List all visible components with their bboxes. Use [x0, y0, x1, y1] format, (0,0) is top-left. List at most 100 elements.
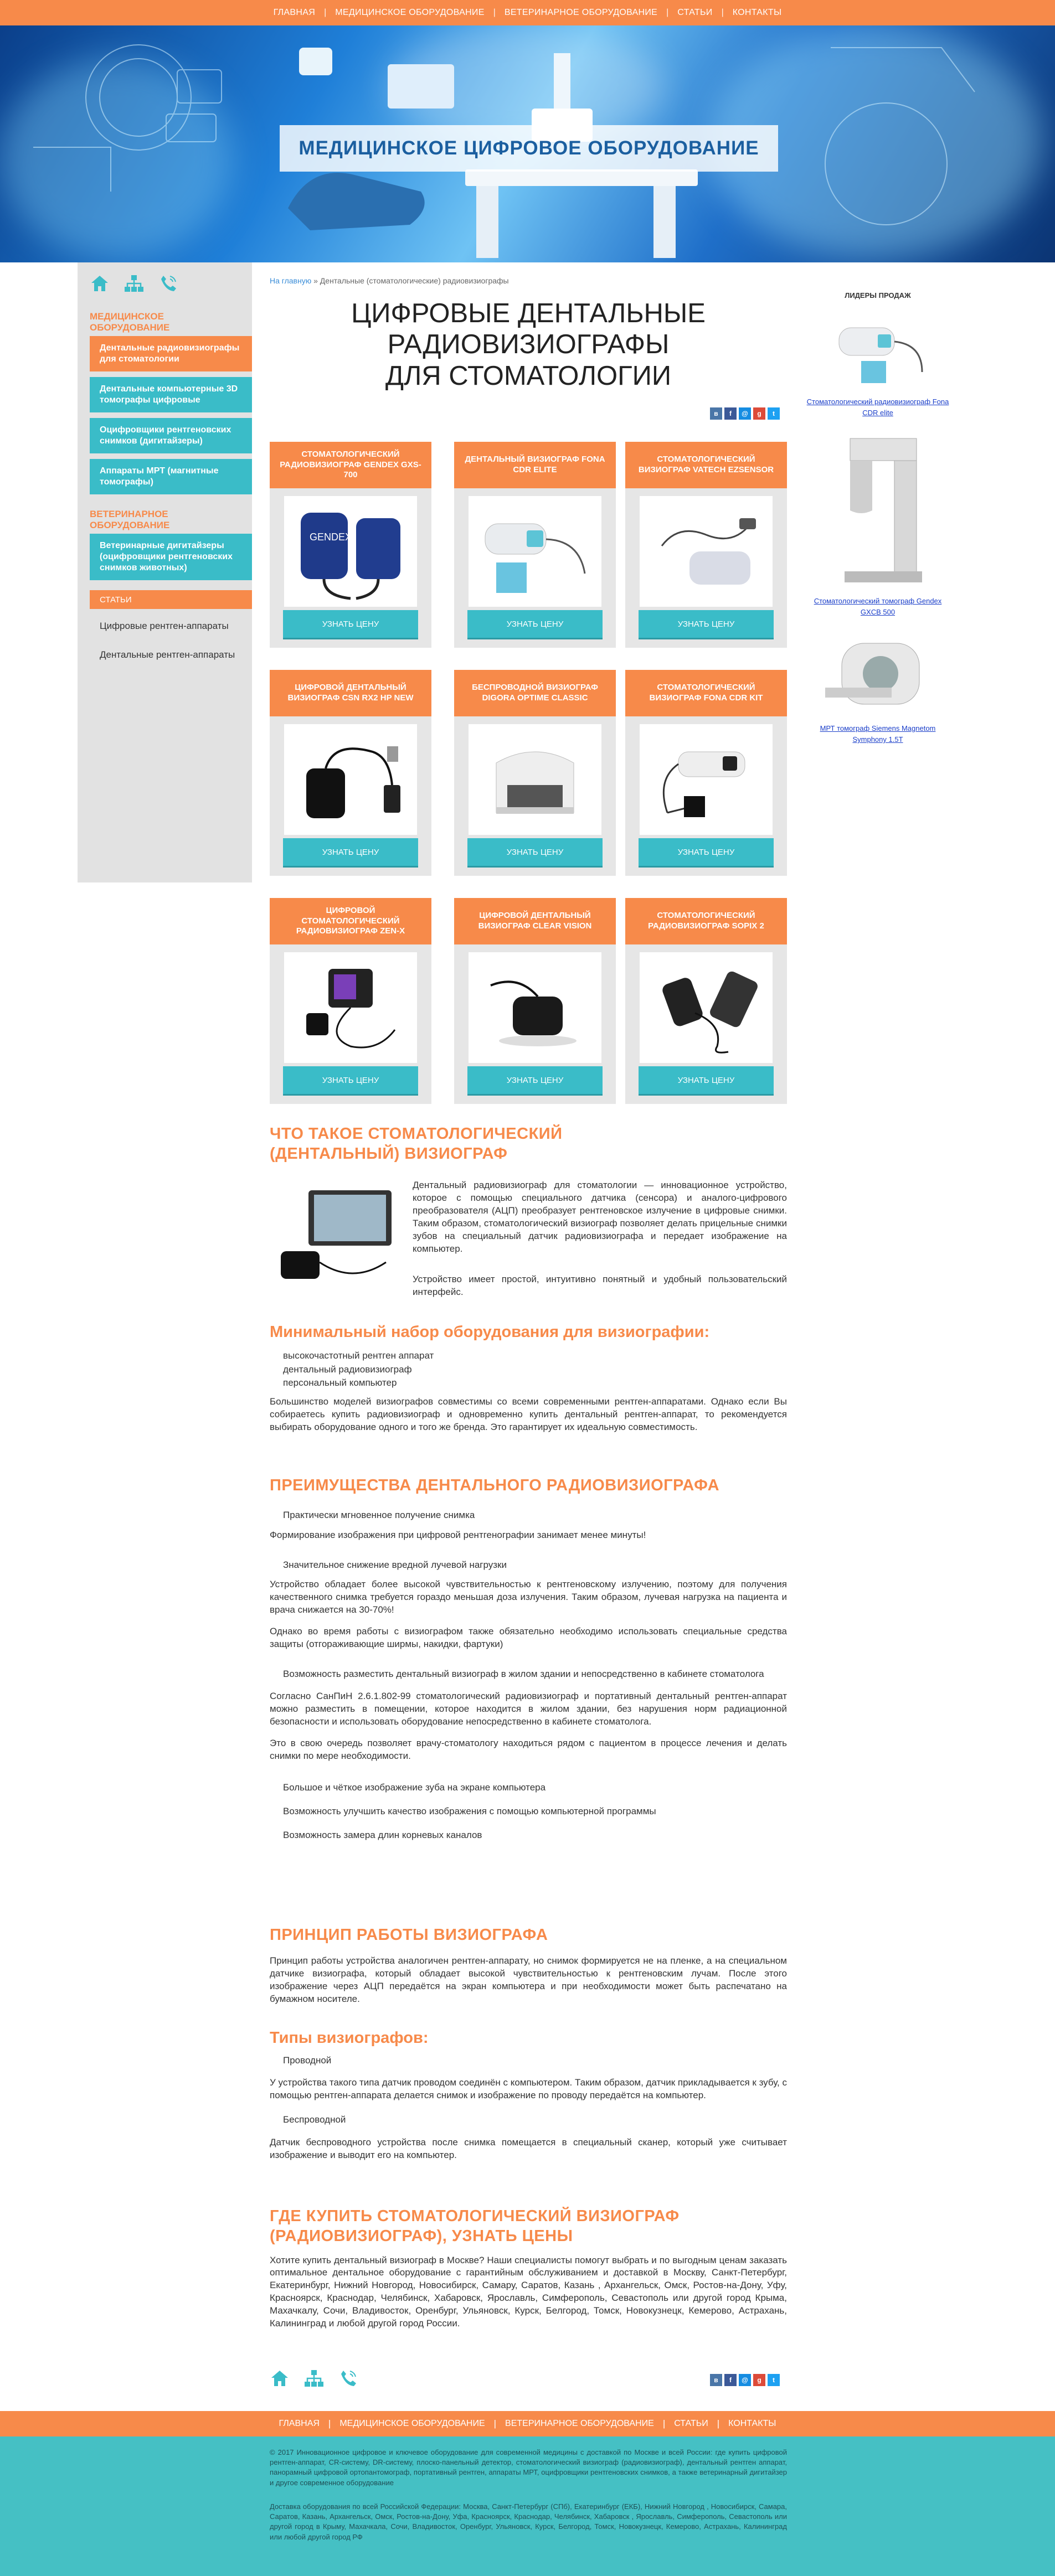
about-paragraph: Дентальный радиовизиограф для стоматолог… [413, 1180, 787, 1254]
home-icon[interactable] [90, 273, 110, 293]
nav-vet[interactable]: ВЕТЕРИНАРНОЕ ОБОРУДОВАНИЕ [496, 8, 666, 18]
buy-paragraph: Хотите купить дентальный визиограф в Мос… [270, 2254, 787, 2329]
footer-nav-home[interactable]: ГЛАВНАЯ [270, 2419, 328, 2429]
footer-nav-contacts[interactable]: КОНТАКТЫ [719, 2419, 785, 2429]
footer-nav-articles[interactable]: СТАТЬИ [665, 2419, 717, 2429]
type-heading: Беспроводной [283, 2114, 346, 2125]
nav-medical[interactable]: МЕДИЦИНСКОЕ ОБОРУДОВАНИЕ [326, 8, 493, 18]
about-section: ЧТО ТАКОЕ СТОМАТОЛОГИЧЕСКИЙ (ДЕНТАЛЬНЫЙ)… [270, 1124, 787, 1297]
product-name: СТОМАТОЛОГИЧЕСКИЙ РАДИОВИЗИОГРАФ SOPIX 2 [625, 898, 787, 944]
sidebar-item-3d-tomographs[interactable]: Дентальные компьютерные 3D томографы циф… [90, 377, 252, 413]
product-name: ЦИФРОВОЙ СТОМАТОЛОГИЧЕСКИЙ РАДИОВИЗИОГРА… [270, 898, 431, 944]
googleplus-icon[interactable]: g [753, 2374, 765, 2386]
sidebar-item-mri[interactable]: Аппараты МРТ (магнитные томографы) [90, 459, 252, 495]
get-price-button[interactable]: УЗНАТЬ ЦЕНУ [639, 610, 774, 638]
sitemap-icon[interactable] [124, 273, 144, 293]
product-name: ДЕНТАЛЬНЫЙ ВИЗИОГРАФ FONA CDR ELITE [454, 442, 616, 488]
benefit-paragraph: Устройство обладает более высокой чувств… [270, 1579, 787, 1615]
nav-contacts[interactable]: КОНТАКТЫ [724, 8, 791, 18]
breadcrumb-home-link[interactable]: На главную [270, 276, 311, 285]
product-card[interactable]: ДЕНТАЛЬНЫЙ ВИЗИОГРАФ FONA CDR ELITE УЗНА… [454, 442, 616, 648]
sidebar-item-radiovisiographs[interactable]: Дентальные радиовизиографы для стоматоло… [90, 336, 252, 372]
types-section: Типы визиографов: Проводной У устройства… [270, 2029, 787, 2162]
benefit-heading: Значительное снижение вредной лучевой на… [283, 1559, 507, 1570]
product-card[interactable]: СТОМАТОЛОГИЧЕСКИЙ ВИЗИОГРАФ VATECH EZSEN… [625, 442, 787, 648]
bottom-icons [270, 2368, 358, 2388]
vk-icon[interactable]: в [710, 2374, 722, 2386]
benefit-heading: Возможность замера длин корневых каналов [283, 1829, 482, 1840]
product-card[interactable]: СТОМАТОЛОГИЧЕСКИЙ РАДИОВИЗИОГРАФ GENDEX … [270, 442, 431, 648]
top-nav: ГЛАВНАЯ | МЕДИЦИНСКОЕ ОБОРУДОВАНИЕ | ВЕТЕР… [0, 0, 1055, 25]
footer: © 2017 Инновационное цифровое и ключевое… [0, 2436, 1055, 2576]
sidebar-item-digitizers[interactable]: Оцифровщики рентгеновских снимков (дигит… [90, 418, 252, 454]
benefit-paragraph: Это в свою очередь позволяет врачу-стома… [270, 1737, 787, 1761]
product-name: СТОМАТОЛОГИЧЕСКИЙ ВИЗИОГРАФ VATECH EZSEN… [625, 442, 787, 488]
product-card[interactable]: ЦИФРОВОЙ ДЕНТАЛЬНЫЙ ВИЗИОГРАФ CLEAR VISI… [454, 898, 616, 1104]
sidebar-section-vet: ВЕТЕРИНАРНОЕ ОБОРУДОВАНИЕ [90, 509, 170, 530]
benefit-paragraph: Согласно СанПиН 2.6.1.802-99 стоматологи… [270, 1690, 787, 1727]
page-title: ЦИФРОВЫЕ ДЕНТАЛЬНЫЕ РАДИОВИЗИОГРАФЫ ДЛЯ … [270, 298, 787, 391]
principle-paragraph: Принцип работы устройства аналогичен рен… [270, 1955, 787, 2005]
digora-scanner-icon [469, 724, 601, 835]
benefits-title: ПРЕИМУЩЕСТВА ДЕНТАЛЬНОГО РАДИОВИЗИОГРАФА [270, 1477, 720, 1494]
home-icon[interactable] [270, 2368, 290, 2388]
get-price-button[interactable]: УЗНАТЬ ЦЕНУ [283, 1066, 418, 1094]
benefit-heading: Практически мгновенное получение снимка [283, 1510, 475, 1521]
product-name: СТОМАТОЛОГИЧЕСКИЙ ВИЗИОГРАФ FONA CDR KIT [625, 670, 787, 716]
sales-leaders: ЛИДЕРЫ ПРОДАЖ Стоматологический радиовиз… [806, 291, 950, 757]
mail-icon[interactable]: @ [739, 2374, 751, 2386]
product-card[interactable]: СТОМАТОЛОГИЧЕСКИЙ ВИЗИОГРАФ FONA CDR KIT… [625, 670, 787, 876]
get-price-button[interactable]: УЗНАТЬ ЦЕНУ [639, 838, 774, 866]
zenx-sensor-icon [284, 952, 417, 1063]
sale-item[interactable]: Стоматологический радиовизиограф Fona CD… [806, 308, 950, 418]
sidebar-item-label: Аппараты МРТ (магнитные томографы) [100, 466, 219, 487]
product-card[interactable]: ЦИФРОВОЙ ДЕНТАЛЬНЫЙ ВИЗИОГРАФ CSN RX2 HP… [270, 670, 431, 876]
about-paragraph: Устройство имеет простой, интуитивно пон… [413, 1274, 787, 1297]
sale-link[interactable]: Стоматологический томограф Gendex GXCB 5… [814, 597, 942, 616]
types-title: Типы визиографов: [270, 2029, 429, 2047]
get-price-button[interactable]: УЗНАТЬ ЦЕНУ [467, 838, 603, 866]
product-name: ЦИФРОВОЙ ДЕНТАЛЬНЫЙ ВИЗИОГРАФ CSN RX2 HP… [270, 670, 431, 716]
get-price-button[interactable]: УЗНАТЬ ЦЕНУ [283, 838, 418, 866]
hero-title: МЕДИЦИНСКОЕ ЦИФРОВОЕ ОБОРУДОВАНИЕ [280, 125, 778, 172]
sidebar-article-digital-xray[interactable]: Цифровые рентген-аппараты [90, 616, 252, 637]
sale-link[interactable]: МРТ томограф Siemens Magnetom Symphony 1… [820, 724, 936, 744]
page-title-line: ЦИФРОВЫЕ ДЕНТАЛЬНЫЕ [351, 298, 706, 328]
phone-icon[interactable] [158, 273, 178, 293]
get-price-button[interactable]: УЗНАТЬ ЦЕНУ [467, 1066, 603, 1094]
product-card[interactable]: БЕСПРОВОДНОЙ ВИЗИОГРАФ DIGORA OPTIME CLA… [454, 670, 616, 876]
vk-icon[interactable]: в [710, 407, 722, 420]
breadcrumb: На главную » Дентальные (стоматологическ… [270, 276, 509, 285]
product-name: ЦИФРОВОЙ ДЕНТАЛЬНЫЙ ВИЗИОГРАФ CLEAR VISI… [454, 898, 616, 944]
twitter-icon[interactable]: t [768, 407, 780, 420]
vatech-sensor-icon [640, 496, 773, 607]
phone-icon[interactable] [338, 2368, 358, 2388]
footer-nav-vet[interactable]: ВЕТЕРИНАРНОЕ ОБОРУДОВАНИЕ [496, 2419, 663, 2429]
twitter-icon[interactable]: t [768, 2374, 780, 2386]
sidebar-article-dental-xray[interactable]: Дентальные рентген-аппараты [90, 644, 252, 665]
visiograph-photo [275, 1179, 397, 1290]
breadcrumb-current: Дентальные (стоматологические) радиовизи… [320, 276, 509, 285]
facebook-icon[interactable]: f [724, 407, 737, 420]
sitemap-icon[interactable] [304, 2368, 324, 2388]
footer-nav-medical[interactable]: МЕДИЦИНСКОЕ ОБОРУДОВАНИЕ [331, 2419, 493, 2429]
product-card[interactable]: СТОМАТОЛОГИЧЕСКИЙ РАДИОВИЗИОГРАФ SOPIX 2… [625, 898, 787, 1104]
sale-item[interactable]: Стоматологический томограф Gendex GXCB 5… [806, 430, 950, 617]
sidebar-item-label: Оцифровщики рентгеновских снимков (дигит… [100, 425, 231, 446]
get-price-button[interactable]: УЗНАТЬ ЦЕНУ [639, 1066, 774, 1094]
nav-separator: | [666, 8, 669, 17]
nav-articles[interactable]: СТАТЬИ [668, 8, 721, 18]
sidebar-articles-header: СТАТЬИ [90, 590, 252, 610]
facebook-icon[interactable]: f [724, 2374, 737, 2386]
sale-item[interactable]: МРТ томограф Siemens Magnetom Symphony 1… [806, 629, 950, 745]
sidebar-item-vet-digitizers[interactable]: Ветеринарные дигитайзеры (оцифровщики ре… [90, 534, 252, 581]
sale-link[interactable]: Стоматологический радиовизиограф Fona CD… [807, 398, 949, 417]
googleplus-icon[interactable]: g [753, 407, 765, 420]
benefits-section: ПРЕИМУЩЕСТВА ДЕНТАЛЬНОГО РАДИОВИЗИОГРАФА… [270, 1475, 787, 1842]
get-price-button[interactable]: УЗНАТЬ ЦЕНУ [467, 610, 603, 638]
share-buttons: в f @ g t [710, 407, 780, 420]
get-price-button[interactable]: УЗНАТЬ ЦЕНУ [283, 610, 418, 638]
nav-home[interactable]: ГЛАВНАЯ [265, 8, 325, 18]
mail-icon[interactable]: @ [739, 407, 751, 420]
product-card[interactable]: ЦИФРОВОЙ СТОМАТОЛОГИЧЕСКИЙ РАДИОВИЗИОГРА… [270, 898, 431, 1104]
